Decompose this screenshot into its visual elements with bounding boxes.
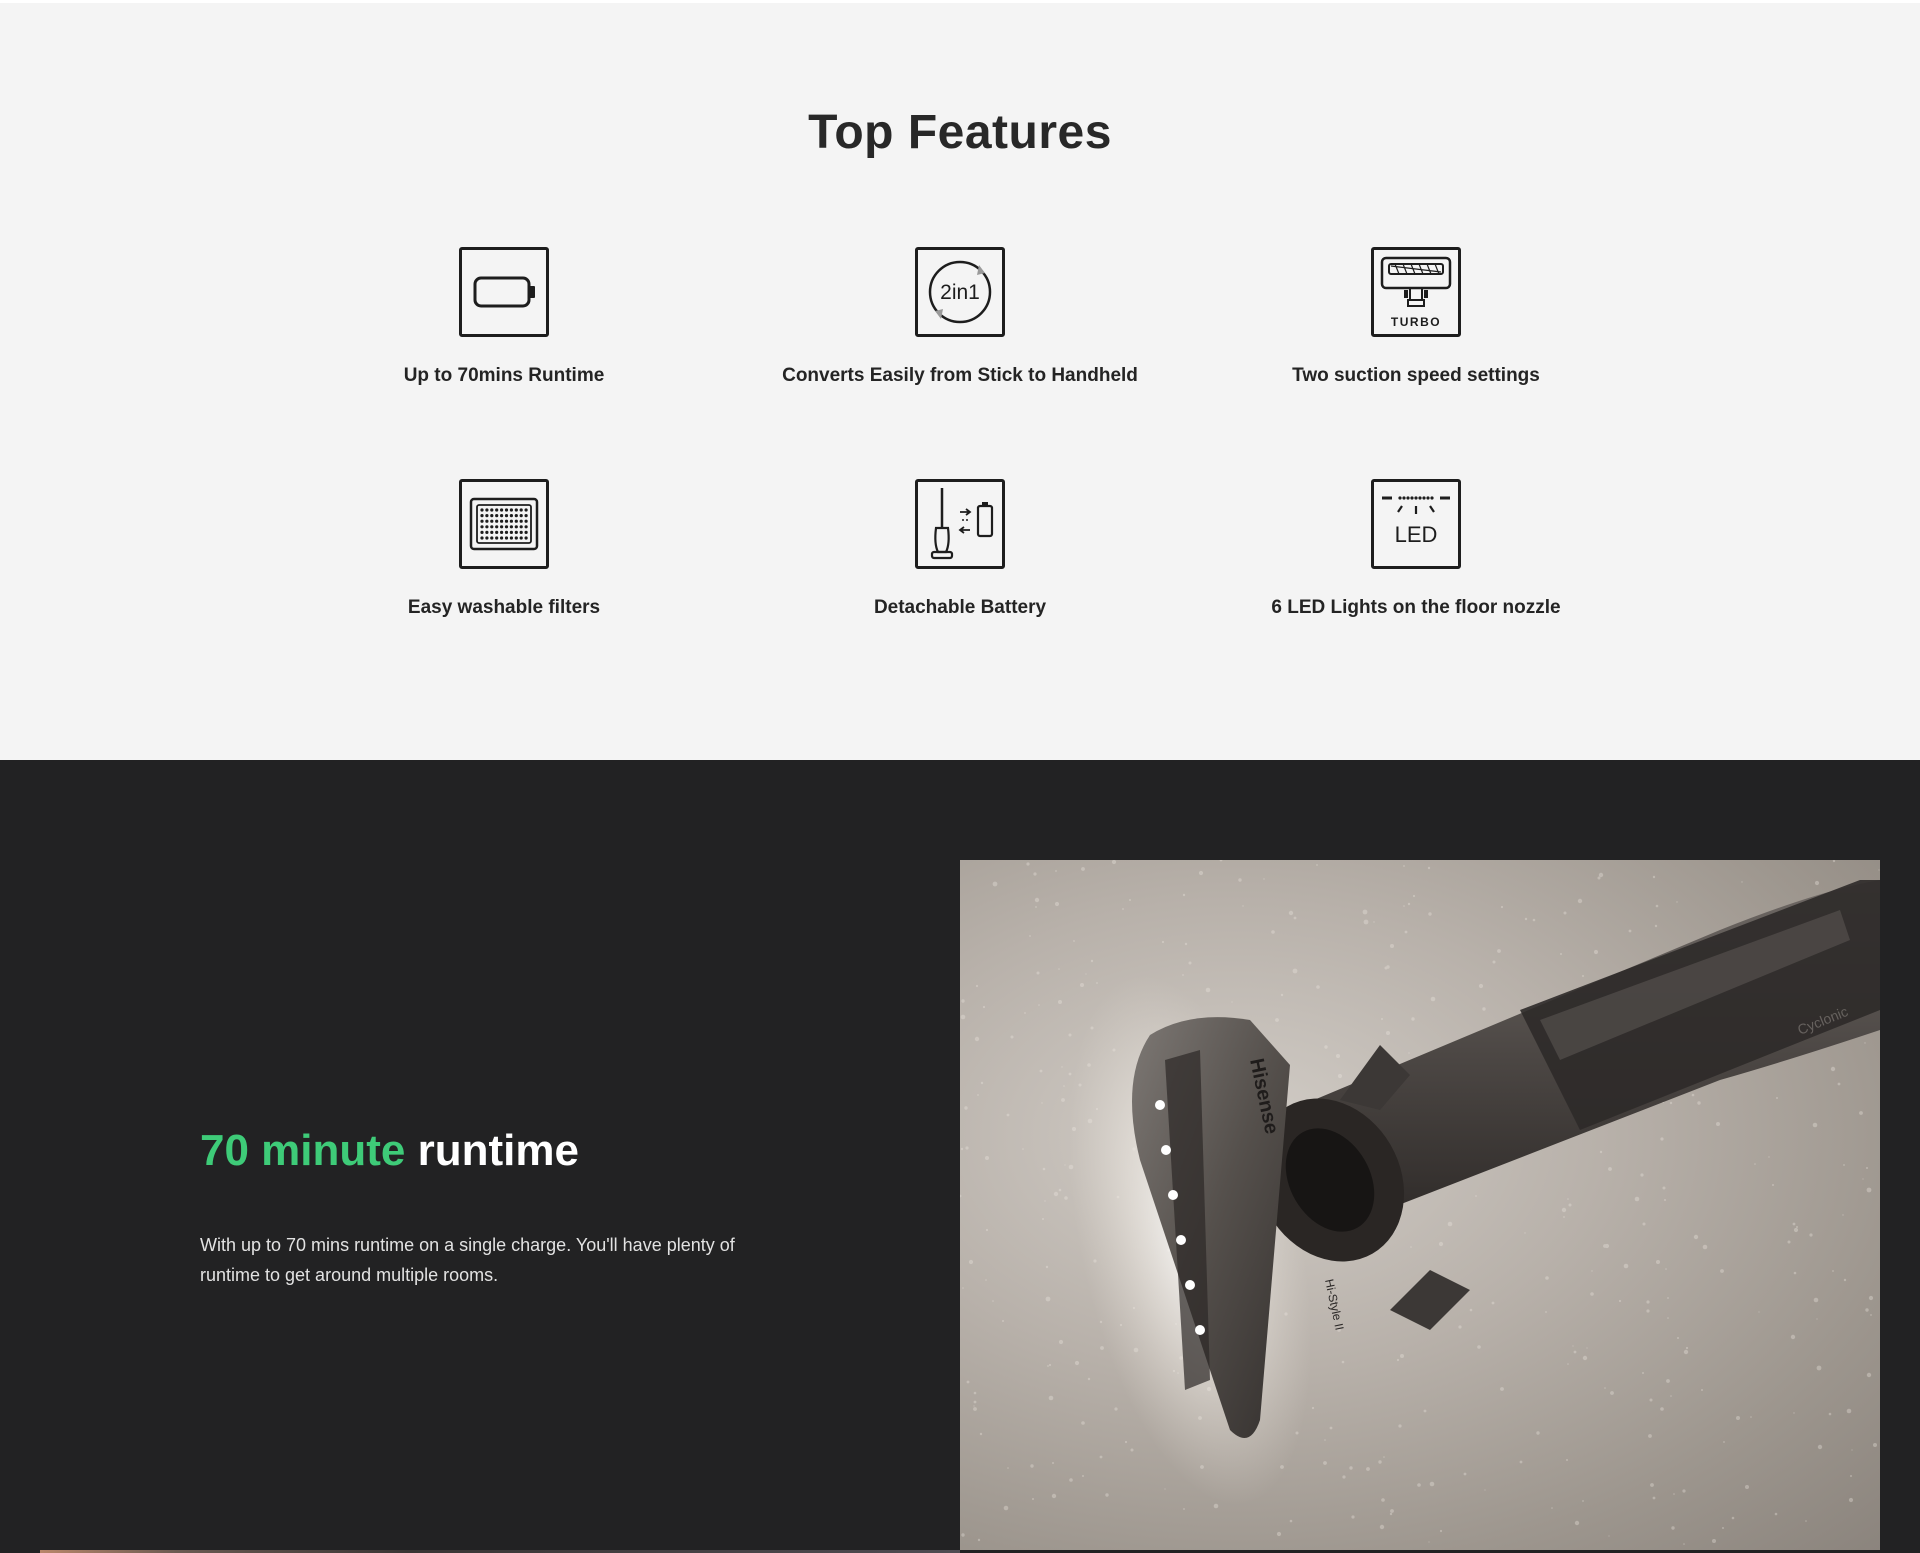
turbo-icon-text: TURBO	[1391, 315, 1441, 329]
feature-2in1: 2in1 Converts Easily from Stick to Handh…	[780, 247, 1140, 389]
runtime-section: 70 minute runtime With up to 70 mins run…	[0, 760, 1920, 1553]
2in1-icon-text: 2in1	[940, 281, 980, 304]
led-icon: LED	[1371, 479, 1461, 569]
feature-suction: TURBO Two suction speed settings	[1236, 247, 1596, 389]
feature-label: 6 LED Lights on the floor nozzle	[1271, 597, 1561, 618]
top-features-section: Top Features Up to 70mins Runtime 2in1 C…	[0, 3, 1920, 760]
runtime-title: 70 minute runtime	[200, 1126, 579, 1176]
feature-label: Converts Easily from Stick to Handheld	[782, 365, 1138, 386]
runtime-description: With up to 70 mins runtime on a single c…	[200, 1235, 735, 1285]
runtime-title-accent: 70 minute	[200, 1126, 406, 1175]
led-icon-text: LED	[1395, 522, 1438, 547]
feature-filters: Easy washable filters	[324, 479, 684, 621]
vacuum-on-carpet-image: Hisense Hi-Style II Cyclonic	[960, 860, 1880, 1550]
battery-icon	[459, 247, 549, 337]
filter-icon	[459, 479, 549, 569]
turbo-nozzle-icon: TURBO	[1371, 247, 1461, 337]
features-title: Top Features	[808, 106, 1112, 159]
feature-label: Detachable Battery	[873, 597, 1047, 618]
feature-label: Two suction speed settings	[1292, 365, 1540, 386]
runtime-title-rest: runtime	[405, 1126, 579, 1175]
feature-label: Easy washable filters	[407, 597, 601, 618]
feature-label: Up to 70mins Runtime	[403, 365, 605, 386]
feature-runtime: Up to 70mins Runtime	[324, 247, 684, 389]
feature-detachable-battery: Detachable Battery	[780, 479, 1140, 621]
feature-led-lights: LED 6 LED Lights on the floor nozzle	[1236, 479, 1596, 621]
2in1-icon: 2in1	[915, 247, 1005, 337]
detachable-battery-icon	[915, 479, 1005, 569]
